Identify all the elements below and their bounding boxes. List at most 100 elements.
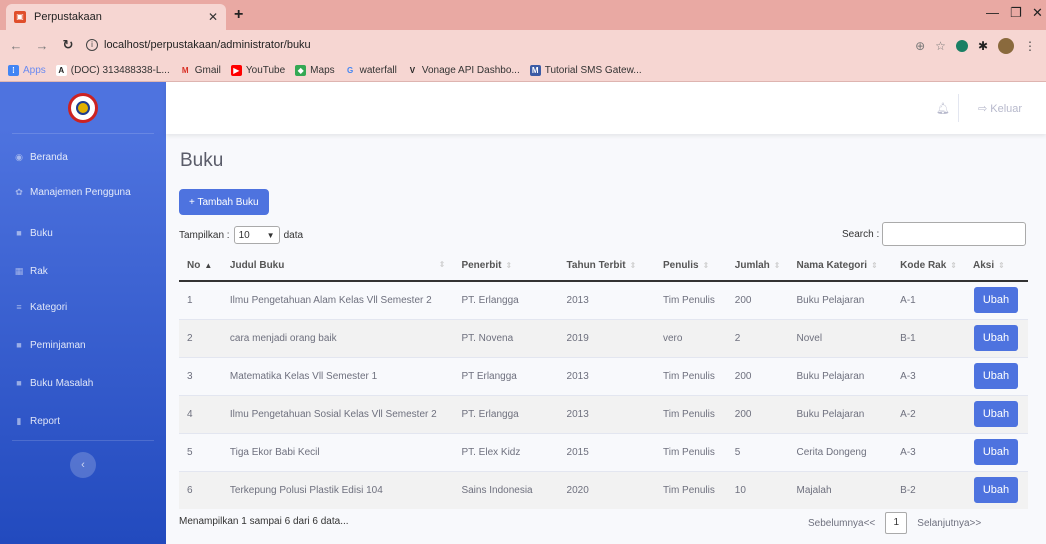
books-table: No ▲ Judul Buku ⇕ Penerbit ⇕ Tahun Terbit ⇕ … (179, 251, 1028, 509)
cell-tahun: 2013 (558, 394, 655, 433)
search-label: Search : (842, 228, 880, 240)
cell-tahun: 2013 (558, 356, 655, 395)
cell-aksi: Ubah (965, 394, 1028, 433)
sidebar-item-peminjaman[interactable]: ■ Peminjaman (0, 330, 166, 360)
cell-judul: cara menjadi orang baik (221, 318, 454, 357)
vonage-icon: V (409, 66, 416, 75)
edit-button[interactable]: Ubah (974, 401, 1018, 427)
bookmark-star-icon[interactable]: ☆ (935, 39, 946, 53)
bookmark-youtube[interactable]: ▶ YouTube (230, 65, 285, 76)
book-problem-icon: ■ (16, 378, 22, 388)
cell-no: 5 (179, 432, 222, 471)
app-logo[interactable] (12, 82, 154, 134)
cell-kategori: Buku Pelajaran (788, 280, 893, 319)
report-icon: ▮ (16, 415, 22, 426)
sidebar-item-rak[interactable]: ▦ Rak (0, 256, 166, 286)
cell-penerbit: PT. Erlangga (453, 394, 559, 433)
url-field[interactable]: i localhost/perpustakaan/administrator/b… (86, 39, 311, 51)
cell-kode-rak: A-2 (892, 394, 965, 433)
column-header-aksi[interactable]: Aksi ⇕ (965, 251, 1028, 282)
forward-icon[interactable]: → (32, 38, 52, 53)
sidebar-item-manajemen-pengguna[interactable]: ✿ Manajemen Pengguna (0, 177, 166, 207)
column-header-judul[interactable]: Judul Buku ⇕ (221, 251, 454, 282)
page-length-select[interactable]: 10 ▼ (233, 226, 280, 244)
pagination-previous[interactable]: Sebelumnya<< (808, 518, 875, 529)
address-bar: ← → ↻ i localhost/perpustakaan/administr… (0, 30, 1046, 60)
apps-grid-icon: ⁞ (8, 65, 19, 76)
profile-avatar[interactable] (998, 38, 1014, 54)
bookmark-doc[interactable]: A (DOC) 313488338-L... (55, 65, 170, 76)
column-header-no[interactable]: No ▲ (179, 251, 222, 282)
sidebar-item-kategori[interactable]: ≡ Kategori (0, 292, 166, 322)
edit-button[interactable]: Ubah (974, 325, 1018, 351)
list-icon: ≡ (16, 302, 22, 312)
new-tab-icon[interactable]: + (234, 6, 243, 24)
zoom-icon[interactable]: ⊕ (915, 39, 925, 53)
sidebar-divider (12, 440, 154, 441)
bell-icon[interactable]: 🔔︎ (936, 102, 950, 115)
column-header-kategori[interactable]: Nama Kategori ⇕ (788, 251, 893, 282)
minimize-icon[interactable]: — (986, 5, 999, 20)
sign-out-icon: ⇨ (978, 103, 991, 115)
sidebar-item-beranda[interactable]: ◉ Beranda (0, 142, 166, 172)
column-header-tahun[interactable]: Tahun Terbit ⇕ (558, 251, 655, 282)
close-tab-icon[interactable]: ✕ (208, 10, 218, 24)
site-info-icon[interactable]: i (86, 39, 98, 51)
cell-no: 2 (179, 318, 222, 357)
close-window-icon[interactable]: ✕ (1032, 5, 1043, 21)
bookmark-apps[interactable]: ⁞ Apps (8, 65, 46, 76)
search-input[interactable] (882, 222, 1027, 246)
cell-judul: Ilmu Pengetahuan Alam Kelas Vll Semester… (221, 280, 454, 319)
bookmark-waterfall[interactable]: Gwaterfall (345, 65, 397, 76)
bookmark-vonage[interactable]: V Vonage API Dashbo... (407, 65, 520, 76)
sidebar-item-buku[interactable]: ■ Buku (0, 218, 166, 248)
column-header-kode-rak[interactable]: Kode Rak ⇕ (892, 251, 965, 282)
page-title: Buku (180, 150, 224, 171)
bookmark-gmail[interactable]: M Gmail (180, 65, 221, 76)
cell-jumlah: 200 (726, 280, 789, 319)
sidebar-item-report[interactable]: ▮ Report (0, 406, 166, 436)
cell-kategori: Buku Pelajaran (788, 394, 893, 433)
browser-tab[interactable]: ▣ Perpustakaan ✕ (6, 4, 226, 30)
pagination-next[interactable]: Selanjutnya>> (917, 518, 981, 529)
browser-menu-icon[interactable]: ⋮ (1024, 39, 1036, 53)
extensions-puzzle-icon[interactable]: ✱ (978, 39, 988, 53)
sidebar-toggle-button[interactable]: ‹ (70, 452, 96, 478)
cell-no: 1 (179, 280, 222, 319)
cell-no: 3 (179, 356, 222, 395)
cell-tahun: 2015 (558, 432, 655, 471)
table-row: 5 Tiga Ekor Babi Kecil PT. Elex Kidz 201… (179, 432, 1028, 471)
edit-button[interactable]: Ubah (974, 439, 1018, 465)
extension-icon[interactable] (955, 40, 968, 52)
google-icon: G (347, 66, 354, 75)
cell-penerbit: Sains Indonesia (453, 470, 559, 509)
edit-button[interactable]: Ubah (974, 477, 1018, 504)
dashboard-icon: ◉ (15, 151, 23, 162)
add-book-button[interactable]: + Tambah Buku (179, 189, 269, 215)
reload-icon[interactable]: ↻ (58, 37, 78, 53)
table-row: 2 cara menjadi orang baik PT. Novena 201… (179, 318, 1028, 357)
academia-icon: A (55, 65, 67, 76)
cell-aksi: Ubah (965, 470, 1028, 509)
pagination-page-1[interactable]: 1 (885, 512, 908, 534)
topbar: 🔔︎ ⇨ Keluar (166, 82, 1046, 134)
shelf-icon: ▦ (14, 265, 24, 276)
sidebar-item-buku-masalah[interactable]: ■ Buku Masalah (0, 368, 166, 398)
cell-jumlah: 2 (726, 318, 789, 357)
page-length-control: Tampilkan : 10 ▼ data (179, 226, 303, 244)
cell-tahun: 2019 (558, 318, 655, 357)
bookmark-tutorial[interactable]: M Tutorial SMS Gatew... (529, 65, 642, 76)
cell-penerbit: PT. Elex Kidz (453, 432, 559, 471)
cell-kategori: Buku Pelajaran (788, 356, 893, 395)
loan-icon: ■ (16, 340, 22, 350)
logout-link[interactable]: ⇨ Keluar (978, 102, 1022, 115)
column-header-jumlah[interactable]: Jumlah ⇕ (726, 251, 789, 282)
column-header-penulis[interactable]: Penulis ⇕ (654, 251, 727, 282)
column-header-penerbit[interactable]: Penerbit ⇕ (453, 251, 559, 282)
back-icon[interactable]: ← (6, 38, 26, 53)
edit-button[interactable]: Ubah (974, 363, 1018, 389)
cell-penerbit: PT. Novena (453, 318, 559, 357)
maximize-icon[interactable]: ❐ (1010, 5, 1022, 21)
edit-button[interactable]: Ubah (974, 287, 1018, 314)
bookmark-maps[interactable]: ◆ Maps (295, 65, 335, 76)
